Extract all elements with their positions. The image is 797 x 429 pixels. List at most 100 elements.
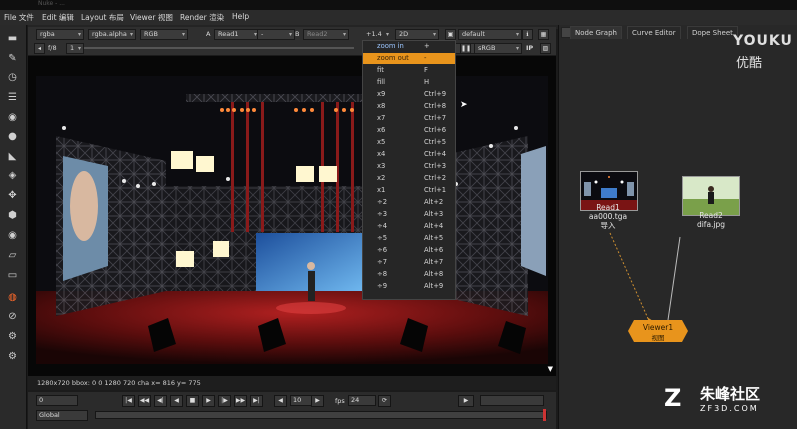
image-nodes-icon[interactable]: ▬ [5,32,20,46]
read1-file: aa000.tga [588,212,628,221]
lut-lock-icon[interactable]: ▣ [445,29,456,40]
flipbook-icon[interactable]: ▶ [458,395,474,407]
pause-icon[interactable]: ❚❚ [460,43,471,54]
skip-back-increment-icon[interactable]: ◀ [274,395,287,407]
step-back-keyframe-icon[interactable]: ◀◀ [138,395,151,407]
viewer-toolbar-top: rgba rgba.alpha RGB A Read1 - B Read2 +1… [28,27,556,41]
views-nodes-icon[interactable]: ◉ [5,229,20,243]
in-out-range-field[interactable] [480,395,544,406]
lut-dropdown[interactable]: default [458,29,522,40]
other-nodes-icon[interactable]: ⊘ [5,310,20,324]
zoom-menu: zoom in + zoom out - fit F fill H x9 Ctrl+9 x… [362,40,468,300]
viewer-expand-arrow-icon[interactable]: ▼ [548,365,553,373]
menu-item-fill[interactable]: fill H [363,77,455,88]
composite-dropdown[interactable]: - [257,29,295,40]
settings-icon[interactable]: ⚙ [5,350,20,364]
zf3d-watermark-name: 朱峰社区 [700,385,761,403]
range-mode-dropdown[interactable]: Global [36,410,88,421]
window-titlebar: Nuke - ... [0,0,797,10]
menu-item-div5[interactable]: ÷5 Alt+5 [363,233,455,244]
gain-slider[interactable] [84,47,354,49]
menu-item-div3[interactable]: ÷3 Alt+3 [363,209,455,220]
draw-nodes-icon[interactable]: ✎ [5,52,20,66]
menu-item-x7[interactable]: x7 Ctrl+7 [363,113,455,124]
overscan-icon[interactable]: ▦ [538,29,549,40]
playhead-marker[interactable] [543,409,546,421]
menu-item-x9[interactable]: x9 Ctrl+9 [363,89,455,100]
timeline-bar: 0 |◀ ◀◀ ◀| ◀ ■ ▶ |▶ ▶▶ ▶| ◀ 10 ▶ fps 24 … [28,392,556,429]
read1-name: Read1 [596,203,620,212]
toolsets-icon[interactable]: ▭ [5,269,20,283]
menu-item-zoom-in[interactable]: zoom in + [363,41,455,52]
menu-item-fit[interactable]: fit F [363,65,455,76]
step-back-icon[interactable]: ◀| [154,395,167,407]
input-a-label: A [206,30,211,38]
fstop-label[interactable]: f/8 [48,44,57,52]
skip-forward-increment-icon[interactable]: ▶ [311,395,324,407]
menu-item-div9[interactable]: ÷9 Alt+9 [363,281,455,292]
step-forward-keyframe-icon[interactable]: ▶▶ [234,395,247,407]
frame-slider[interactable] [95,411,547,419]
menu-help[interactable]: Help [232,12,249,21]
keyer-nodes-icon[interactable]: ◣ [5,150,20,164]
menu-layout[interactable]: Layout 布局 [81,12,124,23]
fps-field[interactable]: 24 [348,395,376,406]
loop-mode-icon[interactable]: ⟳ [378,395,391,407]
transform-nodes-icon[interactable]: ✥ [5,189,20,203]
input-a-dropdown[interactable]: Read1 [214,29,260,40]
menu-item-div8[interactable]: ÷8 Alt+8 [363,269,455,280]
plugins-icon[interactable]: ⚙ [5,330,20,344]
input-b-dropdown[interactable]: Read2 [303,29,349,40]
step-forward-icon[interactable]: |▶ [218,395,231,407]
merge-nodes-icon[interactable]: ◈ [5,169,20,183]
menu-render[interactable]: Render 渲染 [180,12,224,23]
channels-dropdown[interactable]: rgba [36,29,84,40]
alpha-channel-dropdown[interactable]: rgba.alpha [88,29,136,40]
stop-icon[interactable]: ■ [186,395,199,407]
ip-button[interactable]: IP [526,44,533,52]
display-channel-dropdown[interactable]: RGB [140,29,188,40]
menu-item-x2[interactable]: x2 Ctrl+2 [363,173,455,184]
play-backward-icon[interactable]: ◀ [170,395,183,407]
wipe-icon[interactable]: ▨ [540,43,551,54]
viewer1-node[interactable]: Viewer1 视图 [628,320,688,342]
menu-file[interactable]: File 文件 [4,12,34,23]
time-nodes-icon[interactable]: ◷ [5,71,20,85]
menu-item-x4[interactable]: x4 Ctrl+4 [363,149,455,160]
zoom-dropdown[interactable]: +1.4 [362,29,392,40]
output-colorspace-dropdown[interactable]: sRGB [474,43,522,54]
menu-viewer[interactable]: Viewer 视图 [130,12,173,23]
menu-item-x8[interactable]: x8 Ctrl+8 [363,101,455,112]
channel-nodes-icon[interactable]: ☰ [5,91,20,105]
menu-item-x1[interactable]: x1 Ctrl+1 [363,185,455,196]
window-title: Nuke - ... [38,0,65,7]
menu-item-x6[interactable]: x6 Ctrl+6 [363,125,455,136]
menu-item-div2[interactable]: ÷2 Alt+2 [363,197,455,208]
menu-item-div4[interactable]: ÷4 Alt+4 [363,221,455,232]
menu-edit[interactable]: Edit 编辑 [42,12,74,23]
info-icon[interactable]: ℹ [522,29,533,40]
first-frame-icon[interactable]: |◀ [122,395,135,407]
read1-note: 导入 [600,221,616,230]
menu-item-x5[interactable]: x5 Ctrl+5 [363,137,455,148]
play-forward-icon[interactable]: ▶ [202,395,215,407]
metadata-nodes-icon[interactable]: ▱ [5,249,20,263]
zf3d-logo-icon: Z [664,384,682,412]
view-mode-dropdown[interactable]: 2D [395,29,439,40]
read2-node[interactable] [682,176,740,216]
frame-increment-field[interactable]: 10 [290,395,312,406]
viewer-canvas[interactable]: ▼ [28,56,556,376]
last-frame-icon[interactable]: ▶| [250,395,263,407]
current-frame-field[interactable]: 0 [36,395,78,406]
gain-field[interactable]: 1 [66,43,84,54]
fstop-decrease-icon[interactable]: ◂ [34,43,45,54]
menu-item-div7[interactable]: ÷7 Alt+7 [363,257,455,268]
filter-nodes-icon[interactable]: ● [5,130,20,144]
menu-item-zoom-out[interactable]: zoom out - [363,53,455,64]
menu-item-div6[interactable]: ÷6 Alt+6 [363,245,455,256]
youku-watermark-chinese: 优酷 [736,56,763,71]
color-nodes-icon[interactable]: ◉ [5,111,20,125]
furnace-icon[interactable]: ◍ [5,291,20,305]
3d-nodes-icon[interactable]: ⬢ [5,209,20,223]
menu-item-x3[interactable]: x3 Ctrl+3 [363,161,455,172]
